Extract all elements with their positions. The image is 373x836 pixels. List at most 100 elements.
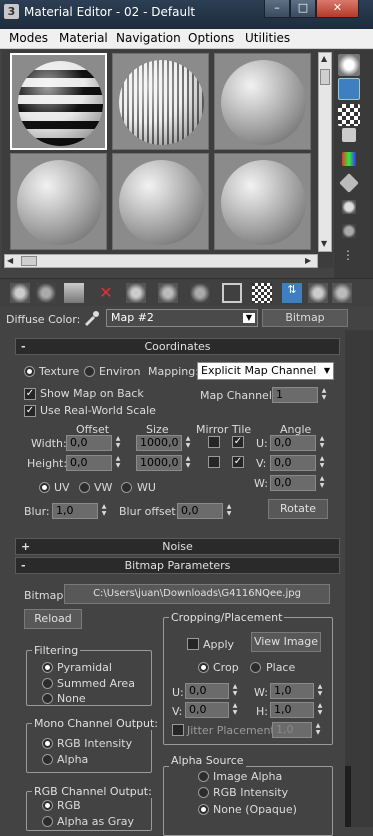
- chevron-down-icon[interactable]: ▼: [243, 313, 255, 323]
- slots-horizontal-scrollbar[interactable]: ◀ ▶: [4, 254, 318, 268]
- menu-options[interactable]: Options: [188, 31, 234, 45]
- video-color-check-icon[interactable]: [342, 152, 356, 166]
- show-map-on-back-checkbox[interactable]: ✓: [24, 388, 36, 400]
- angle-u-spinner[interactable]: ▲ ▼: [318, 435, 326, 451]
- panel-scroll-thumb[interactable]: [345, 766, 351, 827]
- material-navigator-icon[interactable]: ⋮: [342, 248, 356, 262]
- put-material-icon[interactable]: [36, 283, 56, 303]
- wu-radio[interactable]: [121, 482, 132, 493]
- map-channel-spinner[interactable]: ▲ ▼: [320, 387, 328, 403]
- scroll-right-icon[interactable]: ▶: [305, 256, 311, 265]
- angle-w-field[interactable]: 0,0: [270, 475, 316, 491]
- background-icon[interactable]: [338, 104, 360, 126]
- mapping-dropdown[interactable]: Explicit Map Channel ▼: [197, 362, 334, 380]
- height-offset-field[interactable]: 0,0: [66, 455, 112, 471]
- mono-alpha-radio[interactable]: [42, 754, 53, 765]
- map-name-dropdown[interactable]: Map #2 ▼: [106, 309, 258, 327]
- sample-slot-2[interactable]: [112, 53, 209, 150]
- view-image-button[interactable]: View Image: [251, 632, 321, 652]
- width-size-spinner[interactable]: ▲ ▼: [184, 435, 192, 451]
- crop-v-spinner[interactable]: ▲ ▼: [231, 702, 239, 718]
- minimize-button[interactable]: –: [264, 0, 290, 18]
- go-forward-to-sibling-icon[interactable]: [332, 283, 352, 303]
- jitter-placement-checkbox[interactable]: [172, 724, 184, 736]
- sample-slot-5[interactable]: [112, 153, 209, 250]
- angle-u-field[interactable]: 0,0: [270, 435, 316, 451]
- menu-material[interactable]: Material: [59, 31, 108, 45]
- texture-radio[interactable]: [24, 366, 35, 377]
- go-to-parent-icon[interactable]: [308, 283, 328, 303]
- filter-none-radio[interactable]: [42, 693, 53, 704]
- reload-button[interactable]: Reload: [24, 609, 82, 629]
- sample-type-icon[interactable]: [338, 54, 360, 76]
- use-real-world-scale-checkbox[interactable]: ✓: [24, 405, 36, 417]
- get-material-icon[interactable]: [10, 283, 30, 303]
- alpha-rgb-intensity-radio[interactable]: [198, 787, 209, 798]
- alpha-as-gray-radio[interactable]: [42, 816, 53, 827]
- make-copy-icon[interactable]: [126, 283, 146, 303]
- sample-uv-tiling-icon[interactable]: [342, 128, 356, 142]
- angle-v-spinner[interactable]: ▲ ▼: [318, 455, 326, 471]
- crop-u-field[interactable]: 0,0: [185, 683, 229, 699]
- sample-slot-4[interactable]: [10, 153, 107, 250]
- slots-vertical-scrollbar[interactable]: ▲ ▼: [318, 52, 332, 252]
- coordinates-rollout-header[interactable]: - Coordinates: [15, 338, 340, 355]
- scroll-up-icon[interactable]: ▲: [321, 54, 327, 63]
- bitmap-path-button[interactable]: C:\Users\juan\Downloads\G4116NQee.jpg: [64, 584, 330, 604]
- sample-slot-1[interactable]: [10, 53, 107, 150]
- rotate-button[interactable]: Rotate: [268, 499, 328, 519]
- sample-slot-6[interactable]: [214, 153, 311, 250]
- make-preview-icon[interactable]: [339, 173, 359, 193]
- summed-area-radio[interactable]: [42, 678, 53, 689]
- put-to-library-icon[interactable]: [190, 283, 210, 303]
- height-tile-checkbox[interactable]: ✓: [232, 456, 244, 468]
- rgb-radio[interactable]: [42, 800, 53, 811]
- make-unique-icon[interactable]: [158, 283, 178, 303]
- width-mirror-checkbox[interactable]: [208, 436, 220, 448]
- backlight-icon[interactable]: [338, 78, 360, 100]
- sample-slot-3[interactable]: [214, 53, 311, 150]
- height-offset-spinner[interactable]: ▲ ▼: [114, 455, 122, 471]
- eyedropper-icon[interactable]: [82, 309, 102, 327]
- scroll-thumb[interactable]: [21, 256, 37, 266]
- crop-v-field[interactable]: 0,0: [185, 702, 229, 718]
- height-size-spinner[interactable]: ▲ ▼: [184, 455, 192, 471]
- show-map-in-viewport-icon[interactable]: [252, 283, 272, 303]
- assign-material-icon[interactable]: [64, 283, 84, 303]
- jitter-field[interactable]: 1,0: [272, 722, 312, 738]
- angle-v-field[interactable]: 0,0: [270, 455, 316, 471]
- place-radio[interactable]: [250, 662, 261, 673]
- height-mirror-checkbox[interactable]: [208, 456, 220, 468]
- noise-rollout-header[interactable]: + Noise: [15, 538, 340, 555]
- crop-w-spinner[interactable]: ▲ ▼: [316, 683, 324, 699]
- crop-h-spinner[interactable]: ▲ ▼: [316, 702, 324, 718]
- menu-modes[interactable]: Modes: [9, 31, 48, 45]
- angle-w-spinner[interactable]: ▲ ▼: [318, 475, 326, 491]
- close-button[interactable]: ✕: [316, 0, 359, 18]
- crop-h-field[interactable]: 1,0: [270, 702, 314, 718]
- menu-navigation[interactable]: Navigation: [116, 31, 181, 45]
- panel-scrollbar[interactable]: [345, 330, 373, 827]
- crop-w-field[interactable]: 1,0: [270, 683, 314, 699]
- none-opaque-radio[interactable]: [198, 804, 209, 815]
- blur-field[interactable]: 1,0: [52, 503, 98, 519]
- apply-checkbox[interactable]: [187, 638, 199, 650]
- width-offset-spinner[interactable]: ▲ ▼: [114, 435, 122, 451]
- width-size-field[interactable]: 1000,0: [136, 435, 182, 451]
- bitmap-parameters-rollout-header[interactable]: - Bitmap Parameters: [15, 557, 340, 574]
- image-alpha-radio[interactable]: [198, 771, 209, 782]
- jitter-spinner[interactable]: ▲ ▼: [314, 722, 322, 738]
- blur-offset-field[interactable]: 0,0: [177, 503, 223, 519]
- width-offset-field[interactable]: 0,0: [66, 435, 112, 451]
- width-tile-checkbox[interactable]: ✓: [232, 436, 244, 448]
- crop-radio[interactable]: [198, 662, 209, 673]
- vw-radio[interactable]: [79, 482, 90, 493]
- maximize-button[interactable]: □: [290, 0, 316, 18]
- blur-offset-spinner[interactable]: ▲ ▼: [225, 503, 233, 519]
- select-by-material-icon[interactable]: [342, 224, 356, 238]
- scroll-left-icon[interactable]: ◀: [7, 256, 13, 265]
- map-channel-field[interactable]: 1: [272, 387, 318, 403]
- uv-radio[interactable]: [39, 482, 50, 493]
- show-end-result-icon[interactable]: ⇅: [282, 283, 302, 303]
- scroll-thumb[interactable]: [320, 69, 330, 85]
